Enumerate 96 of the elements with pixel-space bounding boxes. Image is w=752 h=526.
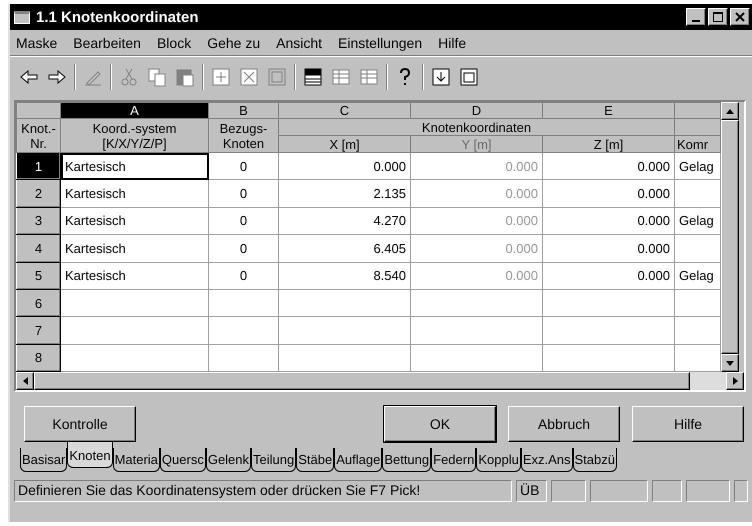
table-cell[interactable]: Kartesisch bbox=[60, 234, 208, 262]
table-cell[interactable]: 0 bbox=[208, 262, 278, 290]
column-letter[interactable]: C bbox=[278, 102, 410, 118]
tab[interactable]: Quersc bbox=[160, 448, 206, 472]
tab[interactable]: Federn bbox=[431, 448, 476, 472]
minimize-button[interactable] bbox=[686, 8, 706, 26]
right-arrow-icon bbox=[732, 377, 738, 385]
menu-item[interactable]: Block bbox=[156, 34, 192, 50]
row-number[interactable]: 5 bbox=[16, 262, 60, 290]
tab[interactable]: Teilung bbox=[251, 448, 296, 472]
tab[interactable]: Stäbe bbox=[296, 448, 334, 472]
table-cell[interactable]: Gelag bbox=[674, 152, 720, 180]
table-cell[interactable]: 0 bbox=[208, 152, 278, 180]
column-letter[interactable]: B bbox=[208, 102, 278, 118]
table-cell[interactable]: 0.000 bbox=[278, 152, 410, 180]
column-header: X [m] bbox=[278, 136, 410, 152]
down-arrow-box-icon[interactable] bbox=[430, 66, 452, 88]
dialog-button[interactable]: OK bbox=[384, 406, 496, 442]
tab[interactable]: Gelenk bbox=[206, 448, 252, 472]
tab[interactable]: Knoten bbox=[67, 442, 113, 468]
window-icon bbox=[14, 10, 30, 24]
maximize-button[interactable] bbox=[708, 8, 728, 26]
left-arrow-icon bbox=[22, 377, 28, 385]
table-cell[interactable]: Kartesisch bbox=[60, 207, 208, 235]
table-cell[interactable]: Kartesisch bbox=[60, 152, 208, 180]
down-arrow-icon bbox=[726, 360, 734, 366]
menu-item[interactable]: Gehe zu bbox=[207, 34, 260, 50]
tab[interactable]: Basisar bbox=[20, 448, 68, 472]
close-icon bbox=[735, 12, 745, 22]
scroll-thumb[interactable] bbox=[721, 120, 739, 354]
tab[interactable]: Materia bbox=[112, 448, 160, 472]
table-cell[interactable]: 4.270 bbox=[278, 207, 410, 235]
table-cell[interactable]: 2.135 bbox=[278, 180, 410, 208]
tab[interactable]: Stabzü bbox=[572, 448, 617, 472]
table-cell[interactable]: 0 bbox=[208, 234, 278, 262]
row-header-title: Knot.- Nr. bbox=[16, 118, 60, 152]
column-letter[interactable]: A bbox=[60, 102, 208, 118]
menu-item[interactable]: Einstellungen bbox=[338, 34, 422, 50]
menu-item[interactable]: Bearbeiten bbox=[73, 34, 141, 50]
table-cell[interactable]: 0 bbox=[208, 207, 278, 235]
dialog-button[interactable]: Abbruch bbox=[508, 406, 620, 442]
column-header: Bezugs- Knoten bbox=[208, 118, 278, 152]
status-panel bbox=[590, 480, 648, 502]
window-title: 1.1 Knotenkoordinaten bbox=[36, 8, 199, 26]
group-header: Knotenkoordinaten bbox=[278, 118, 674, 136]
header-cell bbox=[674, 118, 720, 136]
dialog-button[interactable]: Kontrolle bbox=[24, 406, 136, 442]
table-cell[interactable]: 8.540 bbox=[278, 262, 410, 290]
table-cell[interactable]: Kartesisch bbox=[60, 180, 208, 208]
row-number[interactable]: 4 bbox=[16, 234, 60, 262]
scroll-right-button[interactable] bbox=[726, 372, 744, 390]
table-cell[interactable]: 0.000 bbox=[542, 207, 674, 235]
scroll-left-button[interactable] bbox=[16, 372, 34, 390]
table-cell[interactable]: Kartesisch bbox=[60, 262, 208, 290]
dialog-button[interactable]: Hilfe bbox=[632, 406, 744, 442]
tab[interactable]: Auflage bbox=[334, 448, 382, 472]
list-box-icon[interactable] bbox=[458, 66, 480, 88]
column-header: Z [m] bbox=[542, 136, 674, 152]
status-indicator: ÜB bbox=[516, 480, 548, 502]
table-cell[interactable]: Gelag bbox=[674, 262, 720, 290]
menu-item[interactable]: Ansicht bbox=[276, 34, 322, 50]
row-number[interactable]: 2 bbox=[16, 180, 60, 208]
minimize-icon bbox=[692, 20, 700, 22]
column-header: Y [m] bbox=[410, 136, 542, 152]
column-header: Komr bbox=[674, 136, 720, 152]
table-cell[interactable]: 6.405 bbox=[278, 234, 410, 262]
table-cell[interactable]: 0.000 bbox=[542, 180, 674, 208]
table-cell[interactable]: 0.000 bbox=[542, 262, 674, 290]
status-panel bbox=[551, 480, 586, 502]
table-cell[interactable]: 0.000 bbox=[542, 234, 674, 262]
tab[interactable]: Exz.Ans bbox=[520, 448, 573, 472]
tab[interactable]: Kopplu bbox=[476, 448, 521, 472]
table-cell[interactable]: Gelag bbox=[674, 207, 720, 235]
row-number[interactable]: 1 bbox=[16, 152, 60, 180]
column-letter[interactable]: E bbox=[542, 102, 674, 118]
scroll-down-button[interactable] bbox=[721, 354, 739, 372]
column-header: Koord.-system [K/X/Y/Z/P] bbox=[60, 118, 208, 152]
row-number[interactable]: 8 bbox=[16, 344, 60, 372]
row-number[interactable]: 6 bbox=[16, 289, 60, 317]
status-panel bbox=[686, 480, 730, 502]
tab[interactable]: Bettung bbox=[382, 448, 432, 472]
row-number[interactable]: 7 bbox=[16, 316, 60, 344]
scroll-thumb[interactable] bbox=[34, 372, 690, 390]
status-message: Definieren Sie das Koordinatensystem oder drücken Sie F7 Pick! bbox=[14, 480, 512, 502]
scroll-up-button[interactable] bbox=[721, 102, 739, 120]
corner-header bbox=[16, 102, 60, 118]
row-number[interactable]: 3 bbox=[16, 207, 60, 235]
menu-item[interactable]: Maske bbox=[16, 34, 58, 50]
table-cell[interactable]: 0 bbox=[208, 180, 278, 208]
menu-item[interactable]: Hilfe bbox=[438, 34, 466, 50]
status-panel bbox=[652, 480, 682, 502]
up-arrow-icon bbox=[726, 108, 734, 114]
table-cell[interactable]: 0.000 bbox=[542, 152, 674, 180]
status-panel bbox=[734, 480, 748, 502]
close-button[interactable] bbox=[730, 8, 750, 26]
maximize-icon bbox=[713, 12, 723, 22]
